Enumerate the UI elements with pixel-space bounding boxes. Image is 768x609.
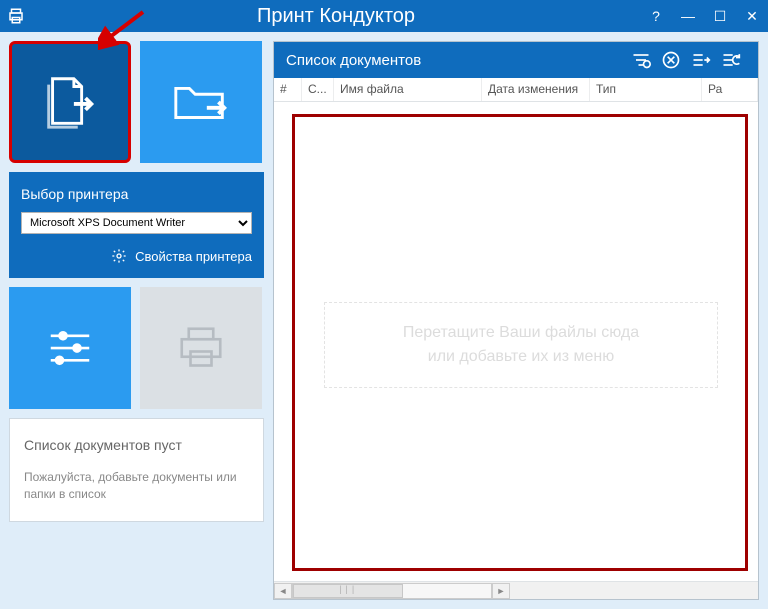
titlebar: Принт Кондуктор ? — ☐ ✕: [0, 0, 768, 32]
scroll-track[interactable]: │││: [292, 583, 492, 599]
status-title: Список документов пуст: [24, 437, 249, 453]
status-message: Пожалуйста, добавьте документы или папки…: [24, 469, 249, 503]
printer-properties-link[interactable]: Свойства принтера: [21, 248, 252, 264]
status-panel: Список документов пуст Пожалуйста, добав…: [9, 418, 264, 522]
col-number[interactable]: #: [274, 78, 302, 101]
main-area: Выбор принтера Microsoft XPS Document Wr…: [0, 32, 768, 609]
add-documents-tile[interactable]: [9, 41, 131, 163]
col-modified[interactable]: Дата изменения: [482, 78, 590, 101]
printer-properties-label: Свойства принтера: [135, 249, 252, 264]
documents-header: Список документов: [274, 42, 758, 78]
add-folder-tile[interactable]: [140, 41, 262, 163]
scroll-thumb[interactable]: │││: [293, 584, 403, 598]
printer-label: Выбор принтера: [21, 186, 252, 202]
documents-panel: Список документов # С... Имя файла Дата …: [273, 41, 759, 600]
col-type[interactable]: Тип: [590, 78, 702, 101]
tile-row-bottom: [9, 287, 264, 409]
horizontal-scrollbar[interactable]: ◄ │││ ►: [274, 581, 758, 599]
app-icon: [0, 7, 32, 25]
toolbar-import-button[interactable]: [686, 45, 716, 75]
minimize-button[interactable]: —: [672, 0, 704, 32]
col-filename[interactable]: Имя файла: [334, 78, 482, 101]
scroll-left-button[interactable]: ◄: [274, 583, 292, 599]
col-status[interactable]: С...: [302, 78, 334, 101]
window-title: Принт Кондуктор: [32, 5, 640, 28]
tile-row-top: [9, 41, 264, 163]
close-button[interactable]: ✕: [736, 0, 768, 32]
col-size[interactable]: Ра: [702, 78, 758, 101]
help-button[interactable]: ?: [640, 0, 672, 32]
printer-panel: Выбор принтера Microsoft XPS Document Wr…: [9, 172, 264, 278]
toolbar-remove-button[interactable]: [656, 45, 686, 75]
drop-hint-line1: Перетащите Ваши файлы сюда: [335, 321, 707, 345]
drop-hint-line2: или добавьте их из меню: [335, 345, 707, 369]
gear-icon: [111, 248, 127, 264]
content-area: Список документов # С... Имя файла Дата …: [273, 32, 768, 609]
scroll-right-button[interactable]: ►: [492, 583, 510, 599]
printer-select[interactable]: Microsoft XPS Document Writer: [21, 212, 252, 234]
settings-tile[interactable]: [9, 287, 131, 409]
print-tile[interactable]: [140, 287, 262, 409]
sidebar: Выбор принтера Microsoft XPS Document Wr…: [0, 32, 273, 609]
table-header: # С... Имя файла Дата изменения Тип Ра: [274, 78, 758, 102]
documents-title: Список документов: [286, 52, 626, 69]
toolbar-filter-button[interactable]: [626, 45, 656, 75]
toolbar-refresh-button[interactable]: [716, 45, 746, 75]
maximize-button[interactable]: ☐: [704, 0, 736, 32]
drop-hint: Перетащите Ваши файлы сюда или добавьте …: [324, 302, 718, 388]
